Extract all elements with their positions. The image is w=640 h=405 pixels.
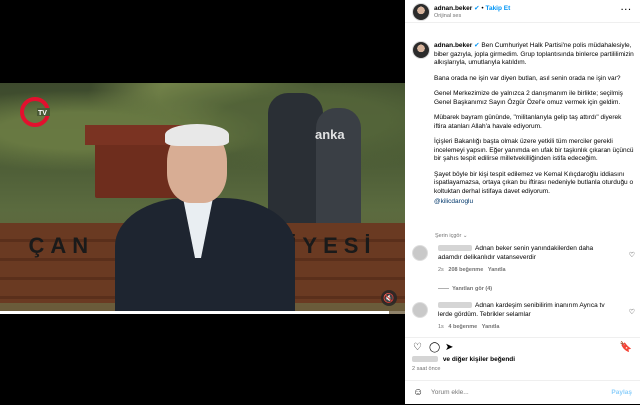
heart-icon[interactable]: ♡ [413,343,422,353]
avatar[interactable] [412,245,428,261]
caption-paragraph: Şayet böyle bir kişi tespit edilemez ve … [434,170,634,195]
audio-label[interactable]: Orijinal ses [434,13,461,19]
post-panel: adnan.beker ✔ • Takip Et Orijinal ses ··… [405,0,640,404]
tv-channel-logo: TV [20,97,50,127]
separator: • [481,5,484,12]
svg-text:TV: TV [38,110,47,117]
translate-link[interactable]: Şerin içgör ⌄ [435,233,467,239]
more-dots-icon[interactable]: ··· [621,5,632,14]
action-bar: ♡ ◯ ➤ 🔖 [405,337,640,354]
post-header: adnan.beker ✔ • Takip Et Orijinal ses ··… [405,0,640,23]
reply-button[interactable]: Yanıtla [488,267,506,273]
avatar[interactable] [412,3,430,21]
caption-paragraph: Genel Merkezimize de yalnızca 2 danışman… [434,90,623,106]
smiley-icon[interactable]: ☺ [413,387,423,398]
video-progress-bar[interactable] [0,311,405,314]
avatar[interactable] [412,41,430,59]
caption-paragraph: Mübarek bayram gününde, "militanlarıyla … [434,114,622,130]
comment-likes[interactable]: 4 beğenme [448,324,477,330]
verified-badge-icon: ✔ [474,5,480,12]
watermark: anka [315,127,345,142]
comment-age: 2s [438,267,444,273]
redacted-username [438,302,472,309]
heart-icon[interactable]: ♡ [629,251,635,259]
post-timestamp: 2 saat önce [412,366,441,372]
liked-by[interactable]: ve diğer kişiler beğendi [412,356,515,363]
caption-username[interactable]: adnan.beker [434,42,472,49]
post-button[interactable]: Paylaş [611,389,632,396]
redacted-username [412,356,438,363]
add-comment-bar: ☺ Paylaş [405,380,640,405]
video-player[interactable]: ÇAN DİYESİ TV anka 🔇 [0,0,405,404]
avatar[interactable] [412,302,428,318]
comment-icon[interactable]: ◯ [429,343,440,353]
reply-button[interactable]: Yanıtla [482,324,500,330]
caption-paragraph: Bana orada ne işin var diyen butlan, ası… [434,74,621,82]
chevron-down-icon: ⌄ [462,233,468,239]
caption-paragraph: İçişleri Bakanlığı başta olmak üzere yet… [434,138,634,162]
view-replies-button[interactable]: —— Yanıtları gör (4) [438,285,608,294]
verified-badge-icon: ✔ [474,42,480,49]
follow-button[interactable]: Takip Et [485,5,510,12]
bookmark-icon[interactable]: 🔖 [620,343,632,353]
heart-icon[interactable]: ♡ [629,308,635,316]
username[interactable]: adnan.beker [434,5,472,12]
mention-link[interactable]: @kilicdaroglu [434,198,634,207]
video-frame[interactable]: ÇAN DİYESİ TV anka 🔇 [0,83,405,314]
muted-speaker-icon[interactable]: 🔇 [381,290,397,306]
comment-input[interactable] [431,389,591,396]
comment-likes[interactable]: 208 beğenme [448,267,483,273]
speaker-figure [115,124,295,314]
paper-plane-icon[interactable]: ➤ [445,343,453,353]
redacted-username [438,245,472,252]
comment-age: 1s [438,324,444,330]
